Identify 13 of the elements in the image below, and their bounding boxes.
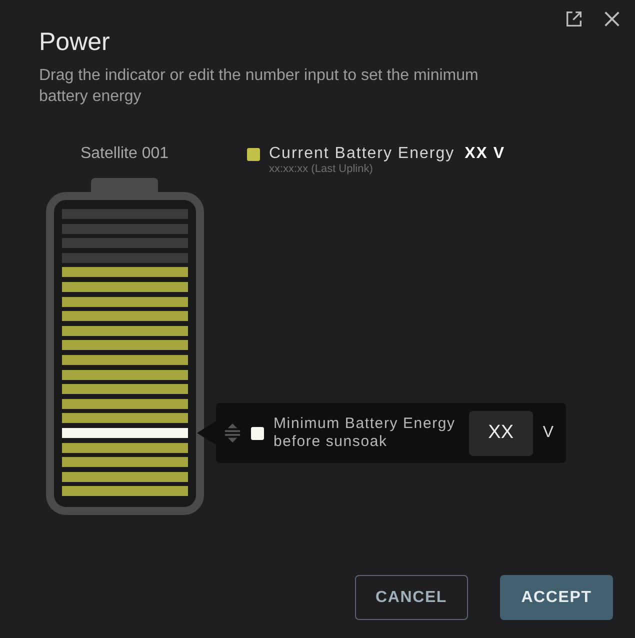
dialog-description: Drag the indicator or edit the number input to set the minimum battery energy <box>39 66 479 107</box>
unit-label: V <box>542 424 554 442</box>
satellite-name: Satellite 001 <box>80 145 169 163</box>
threshold-input[interactable]: XX <box>468 410 533 456</box>
legend-value: XX V <box>464 145 506 163</box>
legend-label: Current Battery Energy <box>269 145 455 163</box>
uplink-timestamp: xx:xx:xx (Last Uplink) <box>269 163 374 175</box>
drag-handle-icon[interactable] <box>224 422 241 444</box>
cancel-button[interactable]: CANCEL <box>354 575 468 620</box>
threshold-label: Minimum Battery Energy before sunsoak <box>274 415 456 451</box>
dialog-title: Power <box>39 28 111 57</box>
threshold-indicator[interactable] <box>62 428 188 438</box>
accept-button[interactable]: ACCEPT <box>500 575 613 620</box>
